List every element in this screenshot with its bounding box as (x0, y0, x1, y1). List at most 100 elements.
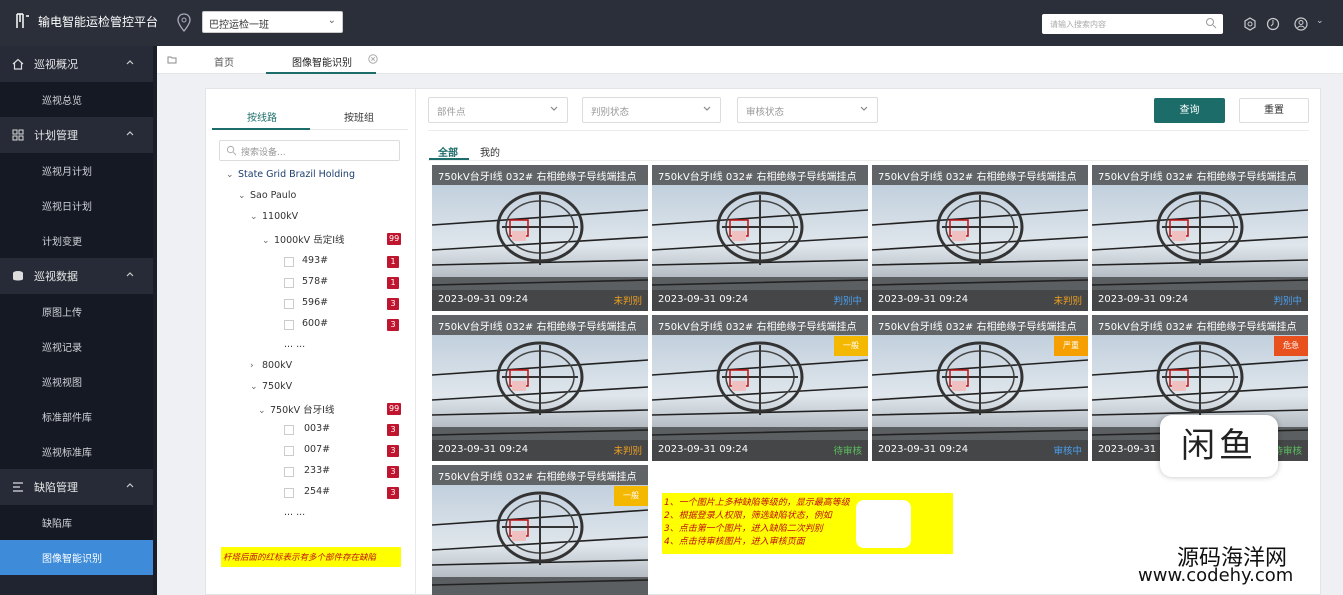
tree-more[interactable]: ... ... (284, 339, 305, 350)
tree-node-tower[interactable]: 007# (304, 444, 330, 455)
card-status: 未判别 (613, 296, 642, 307)
card-status: 判别中 (1273, 296, 1302, 307)
app-logo[interactable]: 输电智能运检管控平台 (14, 12, 158, 30)
tower-checkbox[interactable] (284, 278, 294, 288)
refresh-icon[interactable] (1266, 17, 1280, 31)
sidebar-group-overview[interactable]: 巡视概况 (0, 46, 157, 82)
sidebar: 巡视概况 巡视总览 计划管理 巡视月计划 巡视日计划 计划变更 巡视数据 原图上… (0, 46, 157, 595)
judge-status-select[interactable]: 判别状态 (582, 97, 721, 123)
image-card[interactable]: 750kV台牙Ⅰ线 032# 右相绝缘子导线端挂点 2023-09-31 09:2… (1092, 165, 1308, 311)
tree-node-line1[interactable]: ⌄ 1000kV 岳定Ⅰ线 (262, 232, 345, 246)
tree-node-tower[interactable]: 596# (302, 297, 328, 308)
tree-node-1100kv[interactable]: ⌄ 1100kV (250, 211, 298, 222)
home-icon (12, 58, 24, 70)
sidebar-item-view[interactable]: 巡视视图 (0, 364, 157, 399)
tree-node-tower[interactable]: 493# (302, 255, 328, 266)
image-card[interactable]: 750kV台牙Ⅰ线 032# 右相绝缘子导线端挂点 2023-09-31 09:2… (432, 315, 648, 461)
tree-node-tower[interactable]: 578# (302, 276, 328, 287)
tree-tab-indicator (212, 128, 310, 130)
reset-button[interactable]: 重置 (1239, 98, 1309, 123)
chevron-down-icon[interactable]: ⌄ (1316, 16, 1330, 30)
tree-more[interactable]: ... ... (284, 507, 305, 518)
tower-checkbox[interactable] (284, 257, 294, 267)
sidebar-item-image-recognition[interactable]: 图像智能识别 (0, 540, 157, 575)
location-pin-icon (177, 13, 191, 32)
defect-count-badge: 1 (387, 277, 399, 289)
sidebar-item-daily-plan[interactable]: 巡视日计划 (0, 188, 157, 223)
sidebar-item-standards[interactable]: 巡视标准库 (0, 434, 157, 469)
sidebar-scrollbar[interactable] (153, 46, 157, 595)
sidebar-group-defects[interactable]: 缺陷管理 (0, 469, 157, 505)
search-icon[interactable] (1205, 17, 1217, 29)
tree-node-750kv[interactable]: ⌄ 750kV (250, 381, 292, 392)
chevron-down-icon: ⌄ (327, 15, 336, 26)
image-card[interactable]: 750kV台牙Ⅰ线 032# 右相绝缘子导线端挂点 2023-09-31 09:2… (432, 165, 648, 311)
image-card[interactable]: 750kV台牙Ⅰ线 032# 右相绝缘子导线端挂点 2023-09-31 09:2… (872, 165, 1088, 311)
sidebar-item-parts-lib[interactable]: 标准部件库 (0, 399, 157, 434)
tree-node-tower[interactable]: 233# (304, 465, 330, 476)
tree-node-label: 750kV (262, 381, 293, 392)
filter-placeholder: 审核状态 (746, 107, 785, 118)
card-title: 750kV台牙Ⅰ线 032# 右相绝缘子导线端挂点 (432, 165, 648, 185)
user-icon[interactable] (1294, 17, 1308, 31)
close-icon[interactable] (368, 54, 378, 64)
main-panel: 按线路 按班组 搜索设备... ⌄ State Grid Brazil Holdi… (205, 88, 1321, 595)
tower-checkbox[interactable] (284, 299, 294, 309)
sidebar-group-label: 计划管理 (34, 129, 78, 142)
image-card[interactable]: 750kV台牙Ⅰ线 032# 右相绝缘子导线端挂点 一般 (432, 465, 648, 595)
image-card[interactable]: 750kV台牙Ⅰ线 032# 右相绝缘子导线端挂点 2023-09-31 09:2… (652, 165, 868, 311)
card-footer: 2023-09-31 09:24 未判别 (432, 290, 648, 311)
sidebar-item-upload[interactable]: 原图上传 (0, 294, 157, 329)
collapse-toggle-icon[interactable] (167, 55, 177, 65)
tab-image-recognition[interactable]: 图像智能识别 (266, 46, 376, 74)
settings-icon[interactable] (1243, 17, 1257, 31)
tree-node-line2[interactable]: ⌄ 750kV 台牙Ⅰ线 (258, 402, 334, 416)
image-card[interactable]: 750kV台牙Ⅰ线 032# 右相绝缘子导线端挂点 一般 2023-09-31 09… (652, 315, 868, 461)
tree-node-root[interactable]: ⌄ State Grid Brazil Holding (226, 169, 355, 180)
watermark-site-url: www.codehy.com (1138, 565, 1294, 586)
tower-checkbox[interactable] (284, 320, 294, 330)
sidebar-group-data[interactable]: 巡视数据 (0, 258, 157, 294)
tree-node-label: State Grid Brazil Holding (238, 169, 355, 180)
card-timestamp: 2023-09-31 09:24 (438, 294, 529, 305)
chevron-down-icon (860, 106, 868, 111)
tower-checkbox[interactable] (284, 488, 294, 498)
query-button[interactable]: 查询 (1154, 98, 1225, 123)
sidebar-item-defect-lib[interactable]: 缺陷库 (0, 505, 157, 540)
tabs-bar: 首页 图像智能识别 (157, 46, 1343, 74)
org-select[interactable]: 巴控运检一班 ⌄ (202, 11, 343, 33)
card-status: 待审核 (833, 446, 862, 457)
tab-mine[interactable]: 我的 (480, 144, 500, 159)
tab-all[interactable]: 全部 (438, 144, 458, 159)
tree-node-tower[interactable]: 003# (304, 423, 330, 434)
chevron-right-icon: › (250, 361, 254, 371)
sidebar-item-plan-change[interactable]: 计划变更 (0, 223, 157, 258)
global-search-input[interactable]: 请输入搜索内容 (1042, 14, 1223, 34)
tree-node-label: 800kV (262, 360, 293, 371)
top-bar: 输电智能运检管控平台 巴控运检一班 ⌄ 请输入搜索内容 ⌄ (0, 0, 1343, 46)
image-card[interactable]: 750kV台牙Ⅰ线 032# 右相绝缘子导线端挂点 严重 2023-09-31 09… (872, 315, 1088, 461)
defect-count-badge: 99 (387, 233, 402, 245)
severity-tag: 严重 (1054, 336, 1088, 356)
card-footer: 2023-09-31 09:24 未判别 (432, 440, 648, 461)
sidebar-item-overview[interactable]: 巡视总览 (0, 82, 157, 117)
card-status: 判别中 (833, 296, 862, 307)
device-search-input[interactable]: 搜索设备... (219, 140, 400, 161)
tower-checkbox[interactable] (284, 467, 294, 477)
component-filter-select[interactable]: 部件点 (428, 97, 568, 123)
sidebar-item-records[interactable]: 巡视记录 (0, 329, 157, 364)
tree-node-tower[interactable]: 254# (304, 486, 330, 497)
review-status-select[interactable]: 审核状态 (737, 97, 878, 123)
tower-checkbox[interactable] (284, 446, 294, 456)
tab-by-team[interactable]: 按班组 (344, 109, 374, 124)
card-footer: 2023-09-31 09:24 判别中 (652, 290, 868, 311)
tree-node-region[interactable]: ⌄ Sao Paulo (238, 190, 296, 201)
tree-node-tower[interactable]: 600# (302, 318, 328, 329)
tab-by-line[interactable]: 按线路 (247, 109, 277, 124)
tab-home[interactable]: 首页 (214, 46, 234, 74)
sidebar-item-monthly-plan[interactable]: 巡视月计划 (0, 153, 157, 188)
tower-checkbox[interactable] (284, 425, 294, 435)
card-title: 750kV台牙Ⅰ线 032# 右相绝缘子导线端挂点 (432, 465, 648, 485)
sidebar-group-plan[interactable]: 计划管理 (0, 117, 157, 153)
tree-node-800kv[interactable]: › 800kV (250, 360, 292, 371)
